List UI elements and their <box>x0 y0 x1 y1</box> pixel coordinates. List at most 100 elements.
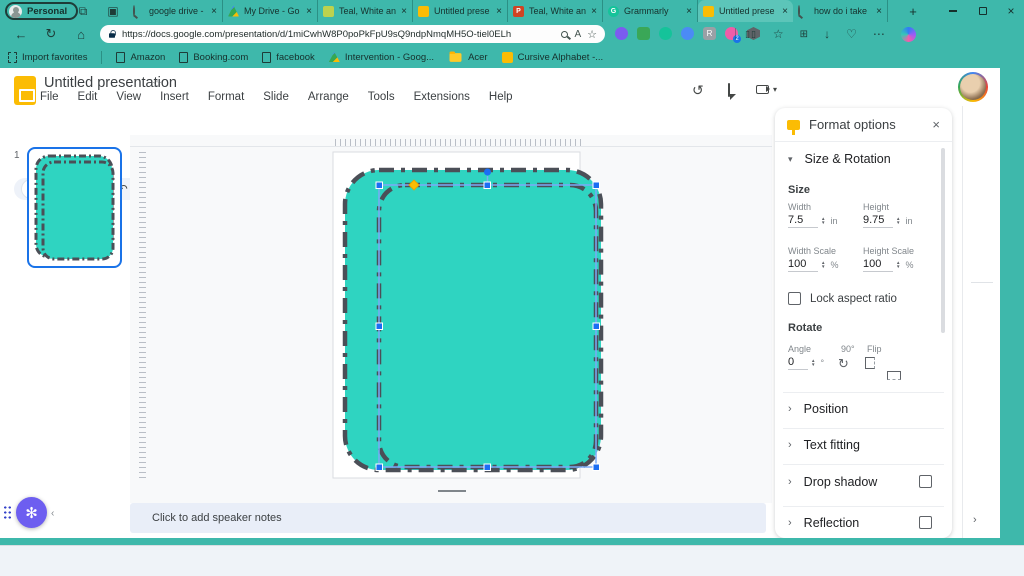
stepper-icon[interactable]: ▲ ▼ <box>896 216 900 225</box>
lock-aspect-ratio-row[interactable]: Lock aspect ratio <box>788 292 897 305</box>
drop-shadow-checkbox[interactable] <box>919 475 932 488</box>
favorite-facebook[interactable]: facebook <box>262 51 315 63</box>
profile-button[interactable]: Personal <box>5 2 79 20</box>
favorite-booking[interactable]: Booking.com <box>179 51 248 63</box>
angle-input[interactable]: 0 ▲ ▼ ° <box>788 356 824 370</box>
favorite-star-icon[interactable]: ☆ <box>587 28 597 41</box>
flip-horizontal-icon[interactable] <box>865 357 875 369</box>
slides-logo-icon[interactable] <box>14 76 36 105</box>
position-section-toggle[interactable]: › Position <box>788 402 848 416</box>
settings-more-icon[interactable]: ⋯ <box>873 27 885 41</box>
favorite-acer-folder[interactable]: Acer <box>448 50 488 63</box>
favorite-cursive-alphabet[interactable]: Cursive Alphabet -... <box>501 51 603 63</box>
zoom-out-icon[interactable] <box>561 30 569 38</box>
menu-extensions[interactable]: Extensions <box>414 91 470 103</box>
tab-teal-white-ppt[interactable]: P Teal, White an × <box>508 0 603 22</box>
version-history-icon[interactable]: ↺ <box>692 82 704 99</box>
home-icon[interactable]: ⌂ <box>68 22 94 46</box>
stepper-icon[interactable]: ▲ ▼ <box>811 358 815 367</box>
collections-icon[interactable]: ⊞ <box>800 29 808 40</box>
extension-pink-icon[interactable]: 2 <box>725 27 741 43</box>
slide-thumbnail-1[interactable] <box>27 147 122 268</box>
size-rotation-section-toggle[interactable]: ▾ Size & Rotation <box>788 152 891 166</box>
width-scale-input[interactable]: 100 ▲ ▼ % <box>788 258 838 272</box>
close-icon[interactable]: × <box>496 6 502 17</box>
drop-shadow-section-toggle[interactable]: › Drop shadow <box>788 475 877 489</box>
browser-essentials-icon[interactable]: ♡ <box>846 27 857 41</box>
widget-drag-handle[interactable] <box>3 505 12 520</box>
tab-untitled-presentation-1[interactable]: Untitled prese × <box>413 0 508 22</box>
maximize-button[interactable] <box>968 0 998 22</box>
extension-blue-icon[interactable] <box>681 27 694 40</box>
flip-vertical-icon[interactable] <box>887 371 901 380</box>
close-panel-icon[interactable]: × <box>932 117 940 132</box>
workspaces-icon[interactable]: ⧉ <box>72 0 94 22</box>
rotate-90-icon[interactable]: ↻ <box>838 356 849 372</box>
grammarly-widget-button[interactable]: ✻ <box>16 497 47 528</box>
stepper-icon[interactable]: ▲ ▼ <box>896 260 900 269</box>
account-avatar[interactable] <box>958 72 988 102</box>
menu-insert[interactable]: Insert <box>160 91 189 103</box>
tab-grammarly[interactable]: G Grammarly × <box>603 0 698 22</box>
tab-actions-icon[interactable]: ▣ <box>102 0 124 22</box>
menu-view[interactable]: View <box>116 91 141 103</box>
close-icon[interactable]: × <box>876 6 882 17</box>
extension-green-icon[interactable] <box>637 27 650 40</box>
url-field[interactable]: https://docs.google.com/presentation/d/1… <box>100 25 605 43</box>
minimize-button[interactable] <box>938 0 968 22</box>
width-input[interactable]: 7.5 ▲ ▼ in <box>788 214 837 228</box>
close-icon[interactable]: × <box>211 6 217 17</box>
menu-file[interactable]: File <box>40 91 59 103</box>
downloads-icon[interactable]: ↓ <box>824 27 830 41</box>
speaker-notes-input[interactable]: Click to add speaker notes <box>130 503 766 533</box>
tab-google-drive-search[interactable]: google drive - × <box>128 0 223 22</box>
meet-camera-icon[interactable]: ▾ <box>756 85 777 94</box>
slide-editing-area[interactable] <box>130 135 772 503</box>
favorites-icon[interactable]: ☆ <box>773 27 784 41</box>
favorite-intervention-drive[interactable]: Intervention - Goog... <box>328 52 434 63</box>
extension-pinwheel-icon[interactable] <box>615 27 628 40</box>
close-window-button[interactable]: × <box>996 0 1024 22</box>
menu-format[interactable]: Format <box>208 91 244 103</box>
new-tab-button[interactable]: + <box>898 0 928 22</box>
side-panel-expand-icon[interactable]: › <box>973 514 977 526</box>
text-fitting-section-toggle[interactable]: › Text fitting <box>788 438 860 452</box>
close-icon[interactable]: × <box>782 6 788 17</box>
menu-tools[interactable]: Tools <box>368 91 395 103</box>
favorite-amazon[interactable]: Amazon <box>116 51 165 63</box>
stepper-icon[interactable]: ▲ ▼ <box>821 260 825 269</box>
close-icon[interactable]: × <box>686 6 692 17</box>
height-input[interactable]: 9.75 ▲ ▼ in <box>863 214 912 228</box>
menu-slide[interactable]: Slide <box>263 91 289 103</box>
menu-arrange[interactable]: Arrange <box>308 91 349 103</box>
close-icon[interactable]: × <box>306 6 312 17</box>
stepper-icon[interactable]: ▲ ▼ <box>821 216 825 225</box>
tab-how-do-i-take[interactable]: how do i take × <box>793 0 888 22</box>
close-icon[interactable]: × <box>401 6 407 17</box>
reflection-checkbox[interactable] <box>919 516 932 529</box>
collapse-widget-icon[interactable]: ‹ <box>51 508 54 519</box>
reflection-section-toggle[interactable]: › Reflection <box>788 516 859 530</box>
panel-scrollbar[interactable] <box>941 148 945 333</box>
split-screen-icon[interactable]: ▯▯ <box>745 29 757 40</box>
teal-rounded-rect-selected[interactable] <box>376 182 599 470</box>
refresh-icon[interactable]: ↻ <box>38 22 64 46</box>
star-document-icon[interactable]: ☆ <box>152 77 162 90</box>
comments-icon[interactable] <box>728 83 730 97</box>
rotation-handle[interactable] <box>484 168 491 176</box>
grammarly-extension-icon[interactable] <box>659 27 672 40</box>
lock-aspect-checkbox[interactable] <box>788 292 801 305</box>
extension-r-icon[interactable]: R <box>703 27 716 40</box>
site-security-icon[interactable] <box>109 30 116 38</box>
menu-help[interactable]: Help <box>489 91 513 103</box>
tab-my-drive[interactable]: My Drive - Go × <box>223 0 318 22</box>
height-scale-input[interactable]: 100 ▲ ▼ % <box>863 258 913 272</box>
tab-untitled-presentation-active[interactable]: Untitled prese × <box>698 0 793 22</box>
read-aloud-icon[interactable]: A <box>574 29 581 40</box>
menu-edit[interactable]: Edit <box>78 91 98 103</box>
import-favorites-button[interactable]: Import favorites <box>8 51 87 63</box>
back-icon[interactable]: ← <box>8 22 34 46</box>
close-icon[interactable]: × <box>591 6 597 17</box>
copilot-icon[interactable] <box>900 26 916 42</box>
tab-teal-white-slides[interactable]: Teal, White an × <box>318 0 413 22</box>
